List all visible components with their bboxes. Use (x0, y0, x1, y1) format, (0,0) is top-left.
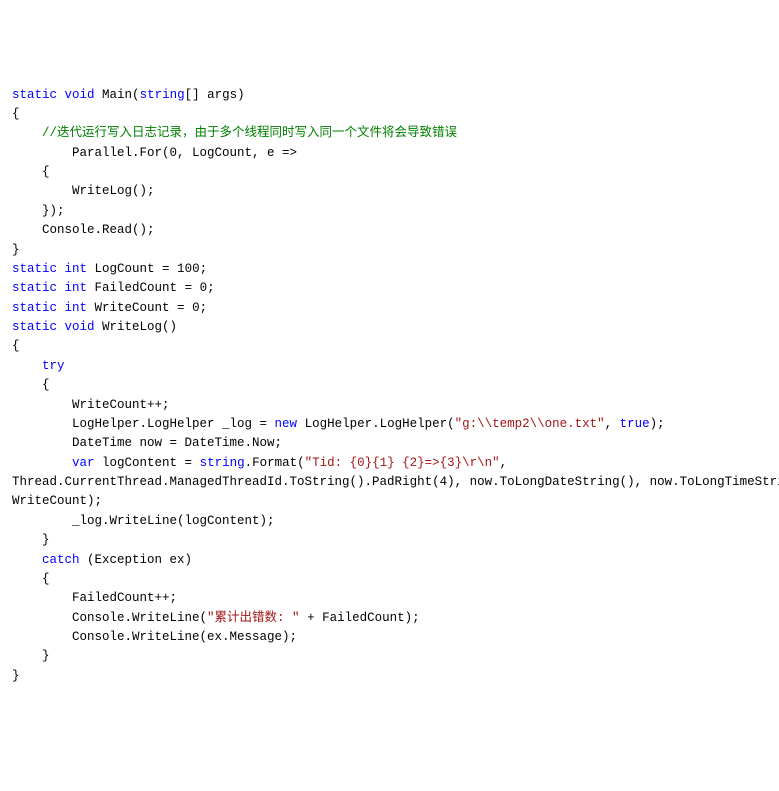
code-line: } (12, 531, 767, 550)
text: ); (650, 417, 665, 431)
code-line: { (12, 570, 767, 589)
code-line: { (12, 163, 767, 182)
text: WriteLog() (95, 320, 178, 334)
keyword-true: true (620, 417, 650, 431)
text: FailedCount = 0; (87, 281, 215, 295)
text: [] args) (185, 88, 245, 102)
code-line: _log.WriteLine(logContent); (12, 512, 767, 531)
code-line: static void Main(string[] args) (12, 86, 767, 105)
code-line: { (12, 376, 767, 395)
code-line: catch (Exception ex) (12, 551, 767, 570)
text: + FailedCount); (300, 611, 420, 625)
code-line: { (12, 337, 767, 356)
comment-line: //迭代运行写入日志记录，由于多个线程同时写入同一个文件将会导致错误 (12, 124, 767, 143)
code-line: var logContent = string.Format("Tid: {0}… (12, 454, 767, 473)
keyword-try: try (12, 359, 65, 373)
keyword-int: int (65, 262, 88, 276)
text: , (500, 456, 508, 470)
keyword-static: static (12, 281, 57, 295)
text: .Format( (245, 456, 305, 470)
text: Main( (95, 88, 140, 102)
code-line: WriteLog(); (12, 182, 767, 201)
keyword-catch: catch (42, 553, 80, 567)
keyword-static: static (12, 88, 57, 102)
code-line: static int LogCount = 100; (12, 260, 767, 279)
code-line: FailedCount++; (12, 589, 767, 608)
text: (Exception ex) (80, 553, 193, 567)
keyword-static: static (12, 320, 57, 334)
code-line: DateTime now = DateTime.Now; (12, 434, 767, 453)
text: LogHelper.LogHelper _log = (12, 417, 275, 431)
keyword-void: void (65, 88, 95, 102)
text (12, 456, 72, 470)
code-line: } (12, 667, 767, 686)
text: Console.WriteLine( (12, 611, 207, 625)
code-line: LogHelper.LogHelper _log = new LogHelper… (12, 415, 767, 434)
keyword-var: var (72, 456, 95, 470)
text: LogCount = 100; (87, 262, 207, 276)
string-literal: "Tid: {0}{1} {2}=>{3}\r\n" (305, 456, 500, 470)
code-line: } (12, 647, 767, 666)
code-line: Console.WriteLine(ex.Message); (12, 628, 767, 647)
code-line: Parallel.For(0, LogCount, e => (12, 144, 767, 163)
keyword-static: static (12, 301, 57, 315)
code-line: Thread.CurrentThread.ManagedThreadId.ToS… (12, 473, 767, 492)
text: logContent = (95, 456, 200, 470)
keyword-string: string (200, 456, 245, 470)
code-line: try (12, 357, 767, 376)
string-literal: "累计出错数: " (207, 611, 300, 625)
text: , (605, 417, 620, 431)
code-line: static int WriteCount = 0; (12, 299, 767, 318)
keyword-void: void (65, 320, 95, 334)
string-literal: "g:\\temp2\\one.txt" (455, 417, 605, 431)
text (12, 553, 42, 567)
code-editor: static void Main(string[] args){ //迭代运行写… (12, 86, 767, 687)
keyword-static: static (12, 262, 57, 276)
text: LogHelper.LogHelper( (297, 417, 455, 431)
code-line: }); (12, 202, 767, 221)
code-line: Console.WriteLine("累计出错数: " + FailedCoun… (12, 609, 767, 628)
keyword-new: new (275, 417, 298, 431)
code-line: Console.Read(); (12, 221, 767, 240)
code-line: static void WriteLog() (12, 318, 767, 337)
text: WriteCount = 0; (87, 301, 207, 315)
code-line: } (12, 241, 767, 260)
code-line: { (12, 105, 767, 124)
code-line: WriteCount++; (12, 396, 767, 415)
code-line: WriteCount); (12, 492, 767, 511)
code-line: static int FailedCount = 0; (12, 279, 767, 298)
keyword-int: int (65, 281, 88, 295)
keyword-int: int (65, 301, 88, 315)
keyword-string: string (140, 88, 185, 102)
